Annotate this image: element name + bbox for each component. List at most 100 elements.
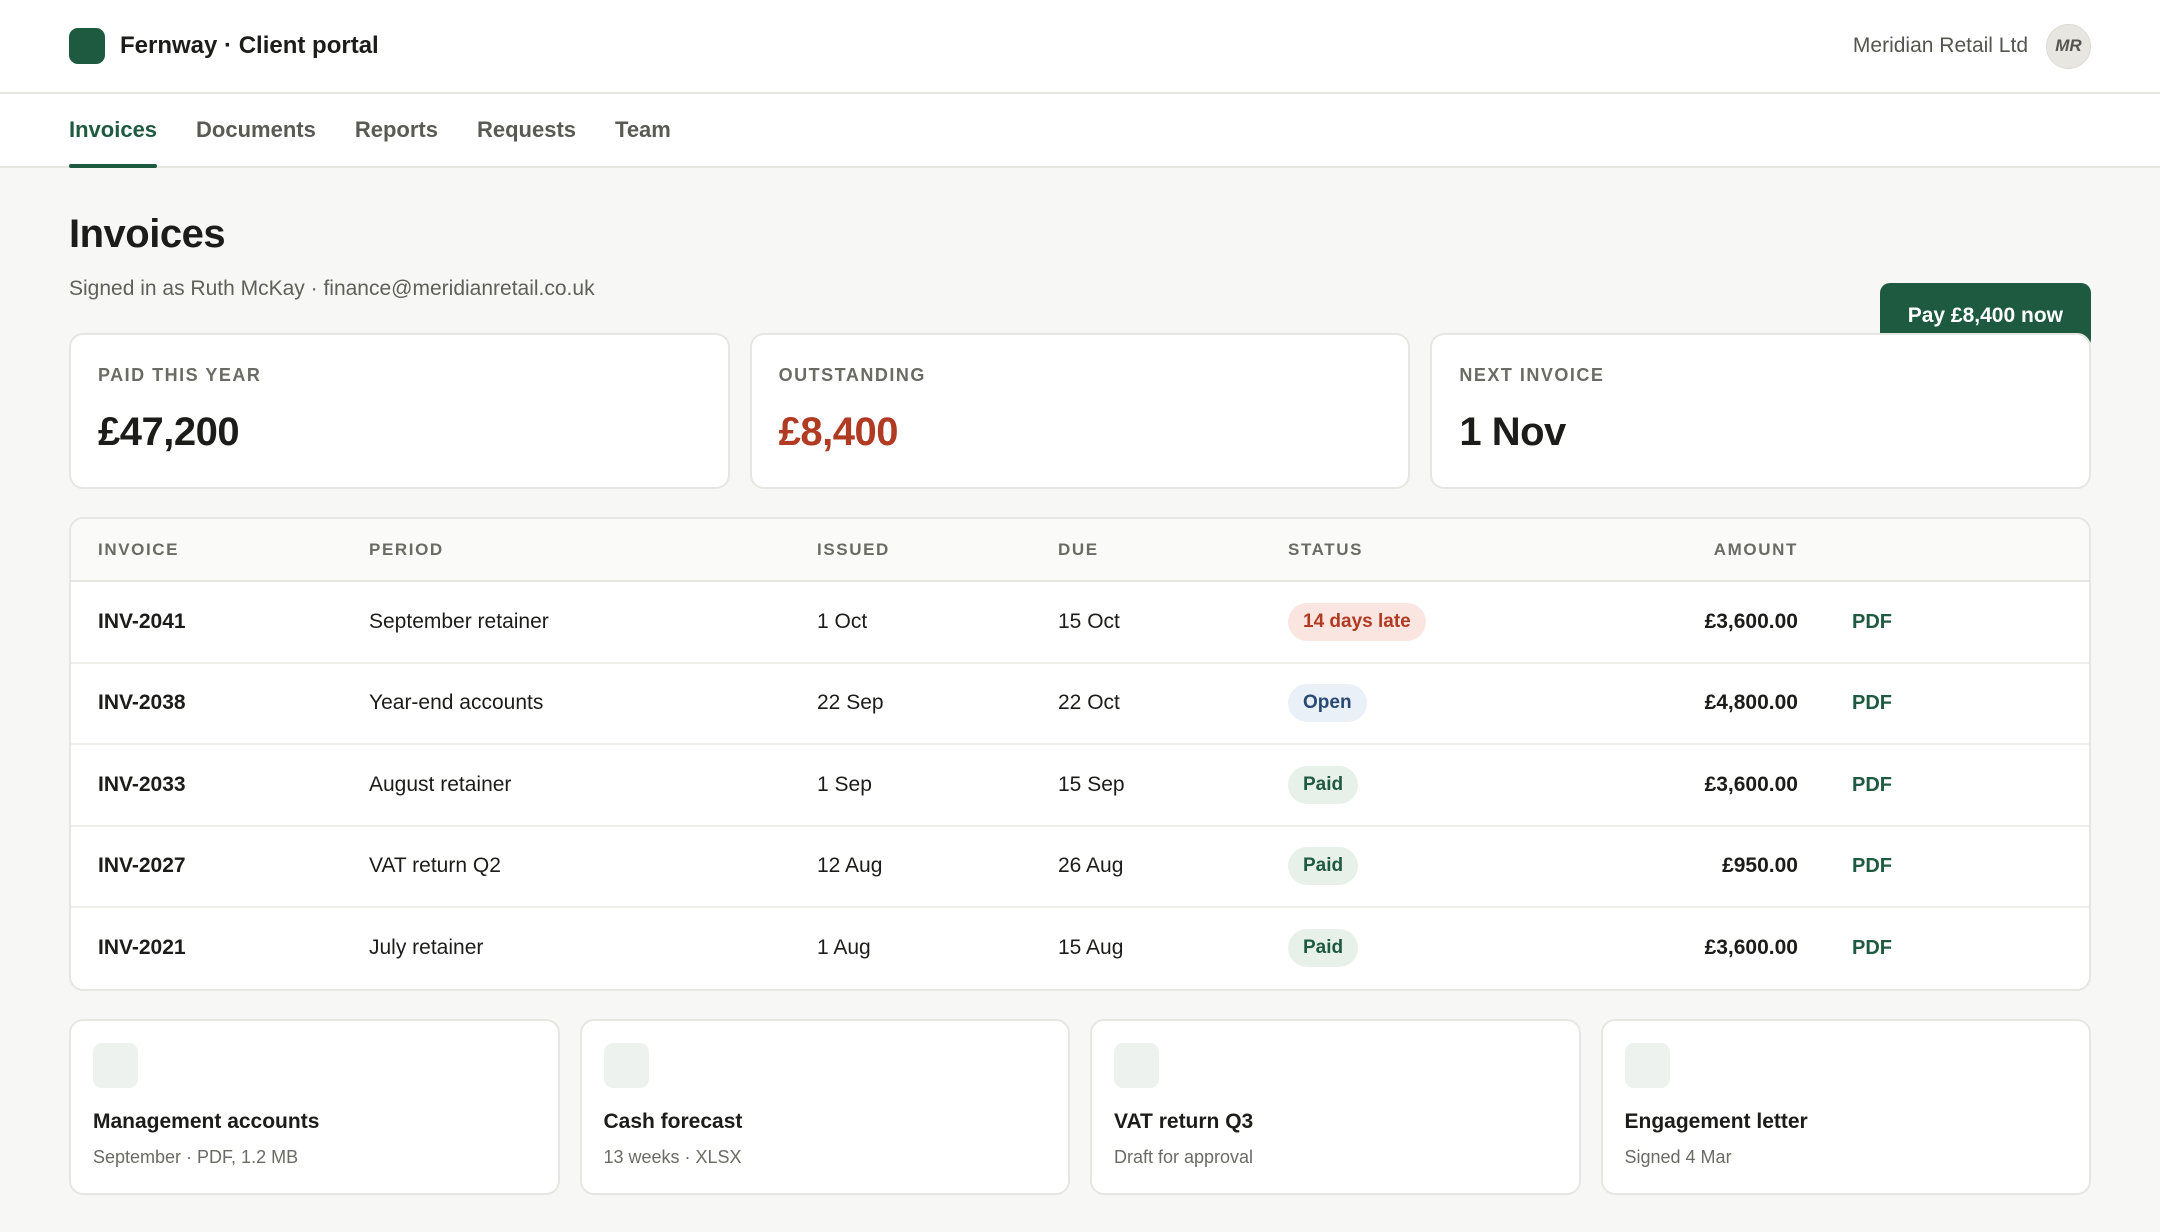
brand[interactable]: Fernway · Client portal — [69, 28, 379, 64]
invoice-issued: 22 Sep — [817, 662, 1058, 745]
table-row[interactable]: INV-2038 Year-end accounts 22 Sep 22 Oct… — [71, 662, 2089, 745]
signed-in-info: Signed in as Ruth McKay · finance@meridi… — [69, 277, 595, 300]
invoice-amount: £4,800.00 — [1548, 662, 1798, 745]
doc-meta: Draft for approval — [1114, 1146, 1254, 1167]
invoice-issued: 1 Oct — [817, 581, 1058, 664]
invoice-number: INV-2033 — [71, 744, 369, 827]
tab-documents[interactable]: Documents — [196, 94, 316, 166]
pdf-download-link[interactable]: PDF — [1852, 774, 1892, 796]
avatar[interactable]: MR — [2046, 23, 2091, 69]
tab-requests[interactable]: Requests — [477, 94, 576, 166]
doc-title: Cash forecast — [603, 1109, 743, 1133]
stat-label: NEXT INVOICE — [1459, 365, 1605, 385]
doc-card-cash-forecast[interactable]: Cash forecast 13 weeks · XLSX — [579, 1018, 1070, 1195]
status-badge: Paid — [1288, 765, 1359, 804]
header-status: STATUS — [1288, 519, 1548, 582]
top-bar: Fernway · Client portal Meridian Retail … — [0, 0, 2160, 94]
main-content: Invoices Signed in as Ruth McKay · finan… — [0, 168, 2160, 1195]
tab-reports[interactable]: Reports — [355, 94, 438, 166]
pdf-download-link[interactable]: PDF — [1852, 937, 1892, 959]
page-heading-group: Invoices Signed in as Ruth McKay · finan… — [69, 212, 595, 301]
doc-title: Management accounts — [93, 1109, 320, 1133]
doc-card-management-accounts[interactable]: Management accounts September · PDF, 1.2… — [69, 1018, 560, 1195]
header-due: DUE — [1058, 519, 1288, 582]
pdf-cell: PDF — [1798, 825, 2089, 908]
invoice-status-cell: 14 days late — [1288, 581, 1548, 664]
invoice-period: August retainer — [369, 744, 817, 827]
invoice-period: Year-end accounts — [369, 662, 817, 745]
invoice-number: INV-2041 — [71, 581, 369, 664]
header-pdf — [1798, 519, 2089, 582]
invoice-amount: £3,600.00 — [1548, 744, 1798, 827]
page-title: Invoices — [69, 212, 226, 256]
table-row[interactable]: INV-2033 August retainer 1 Sep 15 Sep Pa… — [71, 744, 2089, 827]
pdf-cell: PDF — [1798, 581, 2089, 664]
pdf-download-link[interactable]: PDF — [1852, 855, 1892, 877]
invoice-due: 15 Sep — [1058, 744, 1288, 827]
invoice-status-cell: Paid — [1288, 907, 1548, 989]
invoice-issued: 12 Aug — [817, 825, 1058, 908]
pdf-cell: PDF — [1798, 662, 2089, 745]
invoice-amount: £3,600.00 — [1704, 936, 1798, 960]
doc-card-vat-return-q3[interactable]: VAT return Q3 Draft for approval — [1090, 1018, 1581, 1195]
invoice-amount: £950.00 — [1548, 825, 1798, 908]
stat-cards: PAID THIS YEAR £47,200 OUTSTANDING £8,40… — [69, 333, 2092, 489]
invoice-due: 15 Oct — [1058, 581, 1288, 664]
doc-meta: Signed 4 Mar — [1624, 1146, 1732, 1167]
brand-logo-icon — [69, 28, 105, 64]
invoice-status-cell: Open — [1288, 662, 1548, 745]
status-badge: Open — [1288, 684, 1367, 723]
tab-invoices[interactable]: Invoices — [69, 94, 158, 168]
status-badge: Paid — [1288, 929, 1359, 968]
invoice-status-cell: Paid — [1288, 744, 1548, 827]
status-badge: 14 days late — [1288, 602, 1426, 641]
pdf-cell: PDF — [1798, 744, 2089, 827]
invoice-issued: 1 Aug — [817, 936, 871, 960]
pdf-cell: PDF — [1798, 907, 2089, 989]
pdf-download-link[interactable]: PDF — [1852, 611, 1892, 633]
invoice-number: INV-2021 — [98, 936, 186, 960]
brand-name: Fernway · Client portal — [120, 32, 379, 59]
invoice-number: INV-2038 — [71, 662, 369, 745]
account-menu[interactable]: Meridian Retail Ltd MR — [1852, 23, 2091, 69]
document-icon — [93, 1042, 138, 1088]
page-header: Invoices Signed in as Ruth McKay · finan… — [69, 168, 2091, 349]
table-row[interactable]: INV-2027 VAT return Q2 12 Aug 26 Aug Pai… — [71, 825, 2089, 908]
stat-outstanding: OUTSTANDING £8,400 — [749, 333, 1411, 489]
invoice-status-cell: Paid — [1288, 825, 1548, 908]
invoice-period: VAT return Q2 — [369, 825, 817, 908]
header-invoice: INVOICE — [71, 519, 369, 582]
table-row[interactable]: INV-2041 September retainer 1 Oct 15 Oct… — [71, 581, 2089, 664]
invoice-number: INV-2027 — [71, 825, 369, 908]
status-badge: Paid — [1288, 847, 1359, 886]
stat-value: 1 Nov — [1459, 410, 1566, 454]
main-nav: Invoices Documents Reports Requests Team — [0, 94, 2160, 168]
invoice-period: July retainer — [369, 936, 484, 960]
header-issued: ISSUED — [817, 519, 1058, 582]
stat-value: £47,200 — [98, 410, 240, 454]
document-icon — [1624, 1042, 1670, 1088]
doc-card-engagement-letter[interactable]: Engagement letter Signed 4 Mar — [1600, 1018, 2091, 1195]
stat-next-invoice: NEXT INVOICE 1 Nov — [1430, 333, 2092, 489]
invoice-due: 15 Aug — [1058, 936, 1124, 960]
invoice-due: 22 Oct — [1058, 662, 1288, 745]
invoice-period: September retainer — [369, 581, 817, 664]
stat-label: OUTSTANDING — [778, 365, 926, 385]
doc-meta: September · PDF, 1.2 MB — [93, 1146, 299, 1167]
tab-team[interactable]: Team — [615, 94, 671, 166]
stat-value: £8,400 — [778, 410, 899, 454]
header-amount: AMOUNT — [1548, 519, 1798, 582]
document-cards: Management accounts September · PDF, 1.2… — [69, 1018, 2091, 1195]
doc-title: VAT return Q3 — [1114, 1109, 1254, 1133]
document-icon — [603, 1042, 649, 1088]
table-row[interactable]: INV-2021 July retainer 1 Aug 15 Aug Paid… — [71, 907, 2089, 989]
stat-label: PAID THIS YEAR — [98, 365, 262, 385]
pdf-download-link[interactable]: PDF — [1852, 692, 1892, 714]
account-name: Meridian Retail Ltd — [1852, 34, 2028, 57]
invoice-due: 26 Aug — [1058, 825, 1288, 908]
doc-title: Engagement letter — [1624, 1109, 1808, 1133]
invoice-table: INVOICE PERIOD ISSUED DUE STATUS AMOUNT … — [69, 517, 2091, 991]
table-header-row: INVOICE PERIOD ISSUED DUE STATUS AMOUNT — [71, 519, 2089, 582]
doc-meta: 13 weeks · XLSX — [603, 1146, 742, 1167]
header-period: PERIOD — [369, 519, 817, 582]
